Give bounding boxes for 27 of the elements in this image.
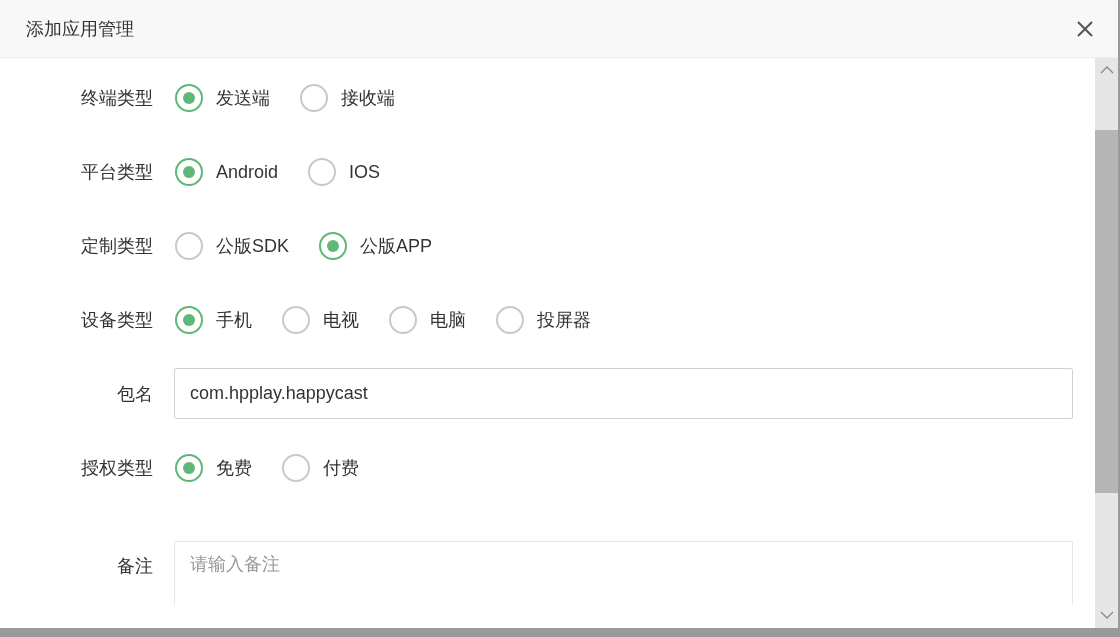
radio-option[interactable]: 公版SDK bbox=[175, 231, 289, 260]
radio-option[interactable]: 电视 bbox=[282, 305, 359, 334]
close-icon[interactable] bbox=[1077, 20, 1093, 37]
field-label: 设备类型 bbox=[80, 308, 153, 332]
field-label: 包名 bbox=[116, 382, 153, 406]
radio-option[interactable]: 公版APP bbox=[319, 231, 433, 260]
radio-option[interactable]: Android bbox=[175, 157, 279, 186]
radio-option[interactable]: IOS bbox=[308, 157, 381, 186]
radio-option[interactable]: 付费 bbox=[282, 453, 359, 482]
radio-option[interactable]: 手机 bbox=[175, 305, 252, 334]
scroll-down-icon[interactable] bbox=[1099, 611, 1114, 619]
field-label: 授权类型 bbox=[80, 456, 153, 480]
dialog-title: 添加应用管理 bbox=[26, 17, 135, 41]
package-name-input[interactable]: com.hpplay.happycast bbox=[174, 368, 1073, 419]
radio-option[interactable]: 接收端 bbox=[300, 83, 395, 112]
scrollbar-track[interactable] bbox=[1095, 58, 1118, 628]
radio-option[interactable]: 免费 bbox=[175, 453, 252, 482]
field-label: 备注 bbox=[116, 555, 153, 578]
radio-option[interactable]: 投屏器 bbox=[496, 305, 591, 334]
scroll-up-icon[interactable] bbox=[1099, 66, 1114, 74]
radio-option[interactable]: 电脑 bbox=[389, 305, 466, 334]
field-label: 平台类型 bbox=[80, 160, 153, 184]
scrollbar-thumb[interactable] bbox=[1095, 130, 1118, 493]
field-label: 定制类型 bbox=[80, 234, 153, 258]
radio-option[interactable]: 发送端 bbox=[175, 83, 270, 112]
field-label: 终端类型 bbox=[80, 86, 153, 110]
remark-textarea[interactable]: 请输入备注 bbox=[174, 541, 1073, 605]
